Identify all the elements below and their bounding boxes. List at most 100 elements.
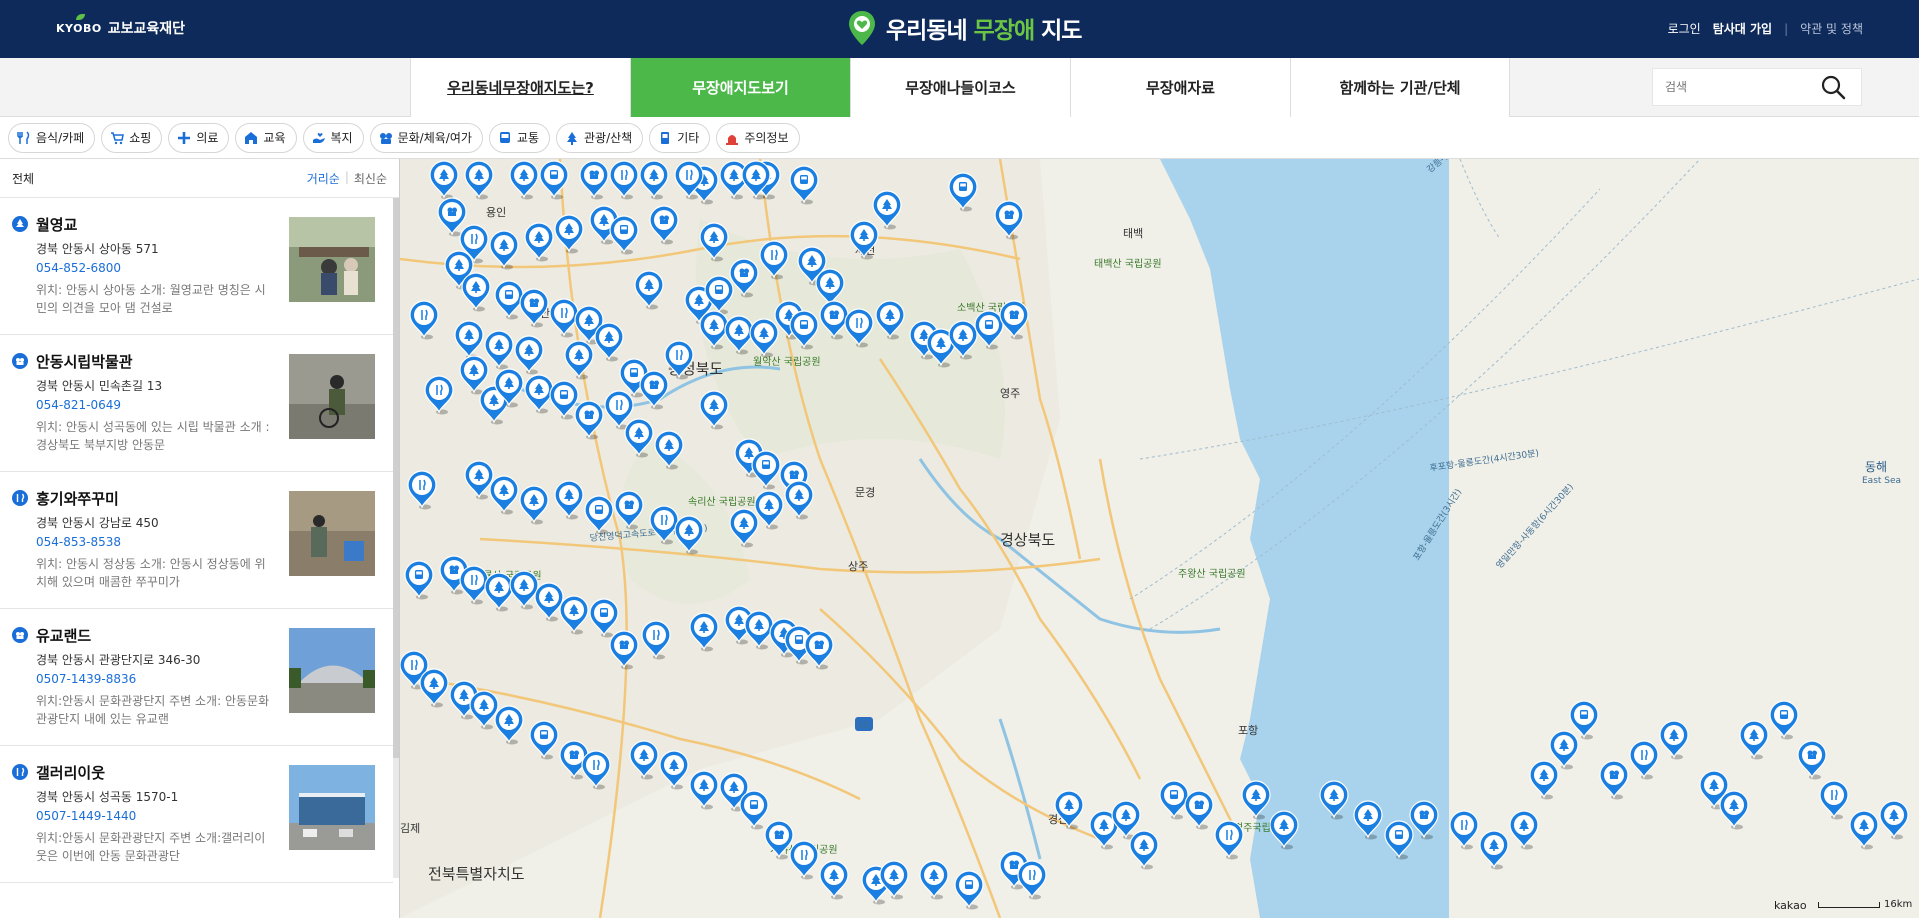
nav-tab-label: 무장애자료 <box>1145 79 1215 97</box>
place-list-item[interactable]: 월영교경북 안동시 상아동 571 054-852-6800 위치: 안동시 상아동… <box>0 198 393 335</box>
category-chip-10[interactable]: 주의정보 <box>716 122 800 153</box>
category-chip-5[interactable]: 복지 <box>302 122 364 153</box>
place-description: 위치: 안동시 성곡동에 있는 시립 박물관 소개 : 경상북도 북부지방 안동… <box>36 420 270 452</box>
city-label-yeongju: 영주 <box>1000 387 1020 400</box>
main-nav: 우리동네무장애지도는? 무장애지도보기 무장애나들이코스 무장애자료 함께하는 기관/단… <box>0 58 1919 117</box>
nav-tab-2[interactable]: 무장애지도보기 <box>630 58 850 117</box>
nav-tabs: 우리동네무장애지도는? 무장애지도보기 무장애나들이코스 무장애자료 함께하는 기관/단… <box>410 58 1510 117</box>
alert-siren-icon <box>725 131 739 145</box>
category-chip-9[interactable]: 기타 <box>649 122 711 153</box>
search-box <box>1652 68 1862 106</box>
category-label: 교육 <box>263 131 286 145</box>
place-description: 위치: 안동시 상아동 소개: 월영교란 명칭은 시민의 의견을 모아 댐 건설… <box>36 283 266 315</box>
place-description: 위치: 안동시 정상동 소개: 안동시 정상동에 위치해 있으며 매콤한 쭈꾸미… <box>36 557 266 589</box>
terms-link[interactable]: 약관 및 정책 <box>1800 20 1863 37</box>
cart-icon <box>110 131 125 145</box>
place-phone[interactable]: 0507-1439-8836 <box>36 672 136 686</box>
school-icon <box>244 131 258 145</box>
place-thumbnail[interactable] <box>289 354 375 439</box>
heart-hand-icon <box>312 131 326 145</box>
culture-icon <box>379 131 393 145</box>
category-chip-7[interactable]: 교통 <box>488 122 551 153</box>
top-links: 로그인 탐사대 가입 | 약관 및 정책 <box>1668 20 1863 37</box>
result-panel: 전체 거리순 | 최신순 월영교경북 안동시 상아동 571 054-852-68… <box>0 159 400 918</box>
other-icon <box>658 131 672 145</box>
category-chip-6[interactable]: 문화/체육/여가 <box>369 122 483 153</box>
place-phone[interactable]: 0507-1449-1440 <box>36 809 136 823</box>
place-phone[interactable]: 054-853-8538 <box>36 535 121 549</box>
search-input[interactable] <box>1653 80 1818 94</box>
filter-label: 전체 <box>12 171 35 186</box>
place-name[interactable]: 안동시립박물관 <box>36 351 133 372</box>
place-name[interactable]: 홍기와쭈꾸미 <box>36 488 119 509</box>
place-thumbnail[interactable] <box>289 491 375 576</box>
category-chip-2[interactable]: 쇼핑 <box>101 122 163 153</box>
kyobo-logo[interactable]: KYOBO 교보교육재단 <box>56 13 185 38</box>
place-name[interactable]: 월영교 <box>36 214 77 235</box>
nav-tab-5[interactable]: 함께하는 기관/단체 <box>1290 58 1510 117</box>
category-label: 관광/산책 <box>584 131 633 145</box>
place-list-item[interactable]: 안동시립박물관 경북 안동시 민속촌길 13 054-821-0649 위치: 안동시… <box>0 335 393 472</box>
category-label: 주의정보 <box>744 131 789 145</box>
signup-link[interactable]: 탐사대 가입 <box>1713 20 1772 37</box>
city-label-pohang: 포항 <box>1238 724 1258 737</box>
place-name[interactable]: 갤러리이웃 <box>36 762 105 783</box>
place-phone[interactable]: 054-821-0649 <box>36 398 121 412</box>
highway-55-label: 55 <box>858 721 869 731</box>
place-phone[interactable]: 054-852-6800 <box>36 261 121 275</box>
place-list-item[interactable]: 홍기와쭈꾸미 경북 안동시 강남로 450 054-853-8538 위치: 안동시 … <box>0 472 393 609</box>
culture-icon <box>12 627 28 643</box>
place-description: 위치:안동시 문화관광단지 주변 소개:갤러리이웃은 이번에 안동 문화관광단 <box>36 831 266 863</box>
nav-tab-4[interactable]: 무장애자료 <box>1070 58 1290 117</box>
city-label-taebaek: 태백 <box>1123 227 1143 240</box>
category-chip-3[interactable]: 의료 <box>168 122 230 153</box>
category-label: 문화/체육/여가 <box>397 131 472 145</box>
place-thumbnail[interactable] <box>289 628 375 713</box>
category-label: 교통 <box>516 131 540 145</box>
category-chip-4[interactable]: 교육 <box>235 122 297 153</box>
nav-tab-label: 함께하는 기관/단체 <box>1339 79 1461 97</box>
place-thumbnail[interactable] <box>289 765 375 850</box>
place-thumbnail[interactable] <box>289 217 375 302</box>
list-scrollbar[interactable] <box>393 198 399 878</box>
category-label: 의료 <box>196 131 219 145</box>
region-label-gyeongbuk: 경상북도 <box>1000 531 1055 549</box>
tourism-icon <box>12 216 28 232</box>
divider: | <box>344 169 349 184</box>
nav-tab-label: 무장애나들이코스 <box>905 79 1016 97</box>
leaf-icon <box>76 13 85 20</box>
map-pin-heart-icon <box>848 10 876 46</box>
panel-header: 전체 거리순 | 최신순 <box>0 159 399 198</box>
sort-recent-button[interactable]: 최신순 <box>354 170 387 187</box>
sea-label-donghae: 동해 <box>1865 460 1887 474</box>
place-list-item[interactable]: 갤러리이웃경북 안동시 성곡동 1570-1 0507-1449-1440 위치:안… <box>0 746 393 883</box>
map-scale: 16km <box>1818 899 1912 910</box>
sort-distance-button[interactable]: 거리순 <box>307 170 340 187</box>
city-label-gimje: 김제 <box>400 822 420 835</box>
search-icon[interactable] <box>1818 72 1848 102</box>
kyobo-logo-text: KYOBO <box>56 21 102 35</box>
city-label-yongin: 용인 <box>486 206 506 219</box>
food-icon <box>12 490 28 506</box>
park-label-juwangsan: 주왕산 국립공원 <box>1178 567 1246 580</box>
nav-tab-1[interactable]: 우리동네무장애지도는? <box>410 58 630 117</box>
divider: | <box>1784 21 1789 36</box>
category-label: 쇼핑 <box>129 131 152 145</box>
category-chip-8[interactable]: 관광/산책 <box>556 122 644 153</box>
place-address: 경북 안동시 성곡동 1570-1 <box>36 790 179 804</box>
city-label-mungyeong: 문경 <box>855 486 875 499</box>
login-link[interactable]: 로그인 <box>1668 20 1701 37</box>
site-title: 우리동네 무장애 지도 <box>886 18 1082 44</box>
site-logo[interactable]: 우리동네 무장애 지도 <box>848 10 1082 46</box>
food-icon <box>12 764 28 780</box>
category-chip-1[interactable]: 음식/카페 <box>8 122 96 153</box>
place-address: 경북 안동시 상아동 571 <box>36 242 159 256</box>
city-label-sangju: 상주 <box>848 560 868 573</box>
park-label-taebaeksan: 태백산 국립공원 <box>1094 257 1162 270</box>
nav-tab-3[interactable]: 무장애나들이코스 <box>850 58 1070 117</box>
place-list-item[interactable]: 유교랜드 경북 안동시 관광단지로 346-30 0507-1439-8836 위치:… <box>0 609 393 746</box>
region-label-jeonbuk: 전북특별자치도 <box>428 865 525 883</box>
place-name[interactable]: 유교랜드 <box>36 625 91 646</box>
map-attribution: kakao <box>1774 899 1807 912</box>
map-view[interactable]: 충청북도 경상북도 전북특별자치도 동해 East Sea 영주 문경 상주 제… <box>400 159 1919 918</box>
